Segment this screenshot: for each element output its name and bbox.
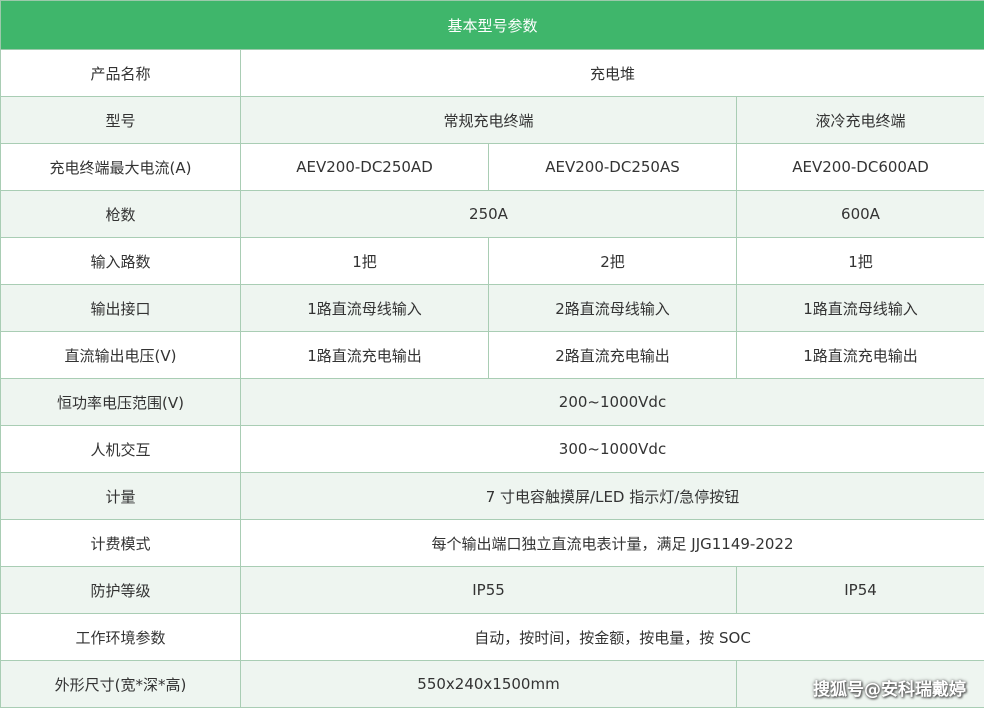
row-label: 外形尺寸(宽*深*高) [0, 660, 241, 708]
row-label: 产品名称 [0, 49, 241, 97]
cell-value: 自动，按时间，按金额，按电量，按 SOC [239, 613, 984, 661]
row-label: 恒功率电压范围(V) [0, 378, 241, 426]
cell-value: 2把 [488, 237, 737, 285]
row-label: 工作环境参数 [0, 613, 241, 661]
table-row: 计量 7 寸电容触摸屏/LED 指示灯/急停按钮 [0, 472, 984, 520]
row-label: 枪数 [0, 190, 241, 238]
table-row: 输出接口 1路直流母线输入 2路直流母线输入 1路直流母线输入 [0, 284, 984, 332]
row-label: 型号 [0, 96, 241, 144]
table-row: 直流输出电压(V) 1路直流充电输出 2路直流充电输出 1路直流充电输出 [0, 331, 984, 379]
cell-value: 2路直流母线输入 [488, 284, 737, 332]
cell-value: IP55 [240, 566, 737, 614]
table-row: 人机交互 300~1000Vdc [0, 425, 984, 473]
cell-value: 1路直流母线输入 [240, 284, 489, 332]
cell-value: 600A [735, 190, 984, 238]
cell-value: 充电堆 [239, 49, 984, 97]
cell-value: AEV200-DC600AD [735, 143, 984, 191]
table-row: 型号 常规充电终端 液冷充电终端 [0, 96, 984, 144]
cell-value: AEV200-DC250AD [240, 143, 489, 191]
row-label: 直流输出电压(V) [0, 331, 241, 379]
row-label: 输出接口 [0, 284, 241, 332]
table-row: 输入路数 1把 2把 1把 [0, 237, 984, 285]
table-title: 基本型号参数 [0, 0, 984, 50]
cell-value: 1把 [240, 237, 489, 285]
table-row: 计费模式 每个输出端口独立直流电表计量，满足 JJG1149-2022 [0, 519, 984, 567]
table-row: 产品名称 充电堆 [0, 49, 984, 97]
cell-value: 1把 [735, 237, 984, 285]
table-row: 充电终端最大电流(A) AEV200-DC250AD AEV200-DC250A… [0, 143, 984, 191]
watermark: 搜狐号@安科瑞戴婷 [813, 680, 966, 700]
table-row: 枪数 250A 600A [0, 190, 984, 238]
cell-value: 常规充电终端 [240, 96, 737, 144]
cell-value: 200~1000Vdc [239, 378, 984, 426]
cell-value: AEV200-DC250AS [488, 143, 737, 191]
table-row: 工作环境参数 自动，按时间，按金额，按电量，按 SOC [0, 613, 984, 661]
cell-value: 1路直流充电输出 [735, 331, 984, 379]
cell-value: 每个输出端口独立直流电表计量，满足 JJG1149-2022 [239, 519, 984, 567]
row-label: 计费模式 [0, 519, 241, 567]
row-label: 计量 [0, 472, 241, 520]
cell-value: 2路直流充电输出 [488, 331, 737, 379]
cell-value: 1路直流母线输入 [735, 284, 984, 332]
row-label: 人机交互 [0, 425, 241, 473]
cell-value: 1路直流充电输出 [240, 331, 489, 379]
row-label: 防护等级 [0, 566, 241, 614]
cell-value: 7 寸电容触摸屏/LED 指示灯/急停按钮 [239, 472, 984, 520]
cell-value: IP54 [735, 566, 984, 614]
cell-value: 液冷充电终端 [735, 96, 984, 144]
table-row: 防护等级 IP55 IP54 [0, 566, 984, 614]
row-label: 输入路数 [0, 237, 241, 285]
table-row: 恒功率电压范围(V) 200~1000Vdc [0, 378, 984, 426]
cell-value: 550x240x1500mm [240, 660, 737, 708]
cell-value: 250A [240, 190, 737, 238]
row-label: 充电终端最大电流(A) [0, 143, 241, 191]
spec-table: 基本型号参数 产品名称 充电堆 型号 常规充电终端 液冷充电终端 充电终端最大电… [0, 0, 984, 708]
cell-value: 300~1000Vdc [239, 425, 984, 473]
